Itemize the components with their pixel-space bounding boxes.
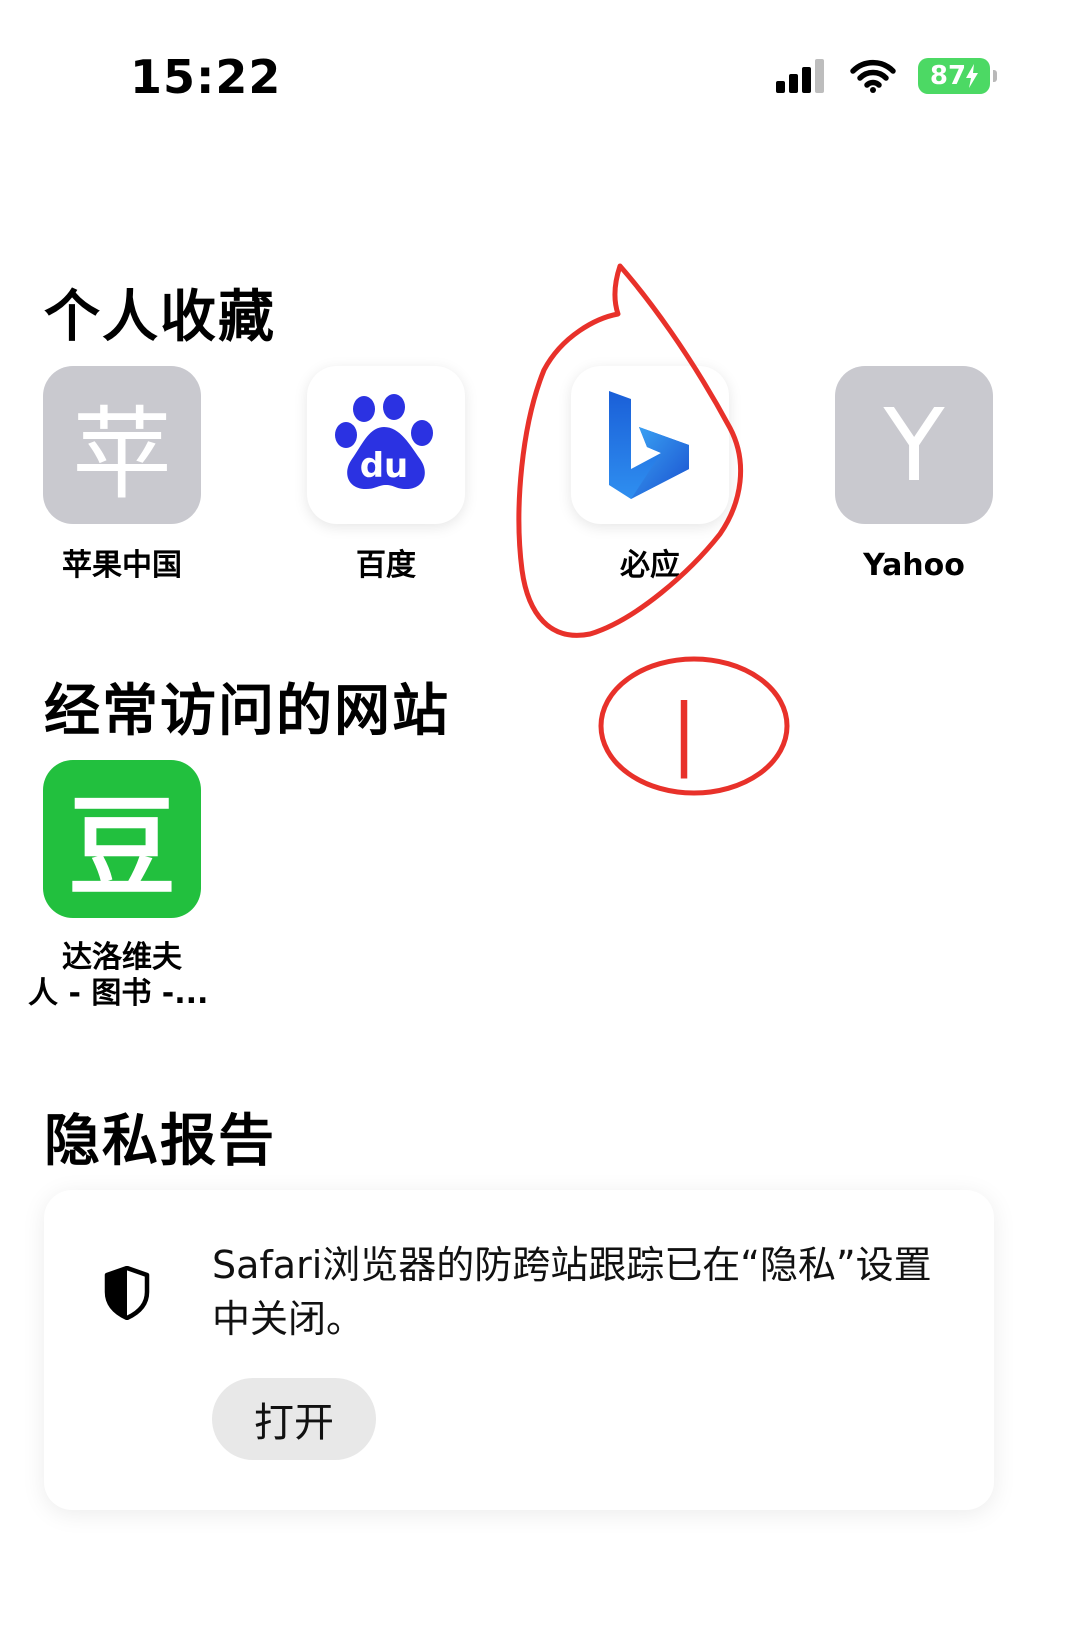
bing-logo-icon — [571, 366, 729, 524]
wifi-icon — [850, 59, 896, 93]
battery-level: 87 — [929, 61, 967, 91]
apple-china-letter-icon: 苹 — [43, 366, 201, 524]
frequent-label-line2: 人 - 图书 -... — [28, 976, 209, 1011]
battery-icon: 87 — [918, 58, 997, 94]
favorite-label-apple-china: 苹果中国 — [62, 548, 182, 583]
frequent-label-line1: 达洛维夫 — [62, 940, 182, 975]
status-time: 15:22 — [130, 50, 282, 104]
favorite-tile-baidu[interactable]: du 百度 — [306, 366, 466, 584]
favorite-tile-bing[interactable]: 必应 — [570, 366, 730, 584]
favorite-label-yahoo: Yahoo — [863, 548, 965, 583]
privacy-message: Safari浏览器的防跨站跟踪已在“隐私”设置中关闭。 — [212, 1243, 932, 1341]
douban-icon: 豆 — [43, 760, 201, 918]
frequent-tile-douban[interactable]: 豆 达洛维夫 人 - 图书 -... — [28, 760, 208, 1012]
privacy-report-card: Safari浏览器的防跨站跟踪已在“隐私”设置中关闭。 打开 — [44, 1190, 994, 1510]
favorite-tile-yahoo[interactable]: Y Yahoo — [834, 366, 994, 584]
status-icons: 87 — [776, 58, 997, 94]
shield-icon — [104, 1266, 150, 1320]
favorite-tile-apple-china[interactable]: 苹 苹果中国 — [42, 366, 202, 584]
favorite-label-bing: 必应 — [620, 548, 680, 583]
annotation-circled-mark: | — [671, 689, 697, 779]
yahoo-letter-icon: Y — [835, 366, 993, 524]
charging-bolt-icon — [966, 64, 979, 88]
annotation-circle — [598, 656, 790, 796]
favorites-title: 个人收藏 — [44, 285, 276, 350]
yahoo-icon-glyph: Y — [883, 386, 945, 504]
baidu-paw-icon: du — [307, 366, 465, 524]
baidu-icon-text: du — [360, 446, 409, 486]
frequent-title: 经常访问的网站 — [44, 679, 450, 744]
privacy-title: 隐私报告 — [44, 1109, 276, 1174]
apple-china-icon-glyph: 苹 — [72, 395, 172, 513]
open-privacy-button[interactable]: 打开 — [212, 1378, 376, 1460]
favorite-label-baidu: 百度 — [356, 548, 416, 583]
douban-icon-glyph: 豆 — [67, 786, 176, 911]
cellular-signal-icon — [776, 59, 824, 93]
